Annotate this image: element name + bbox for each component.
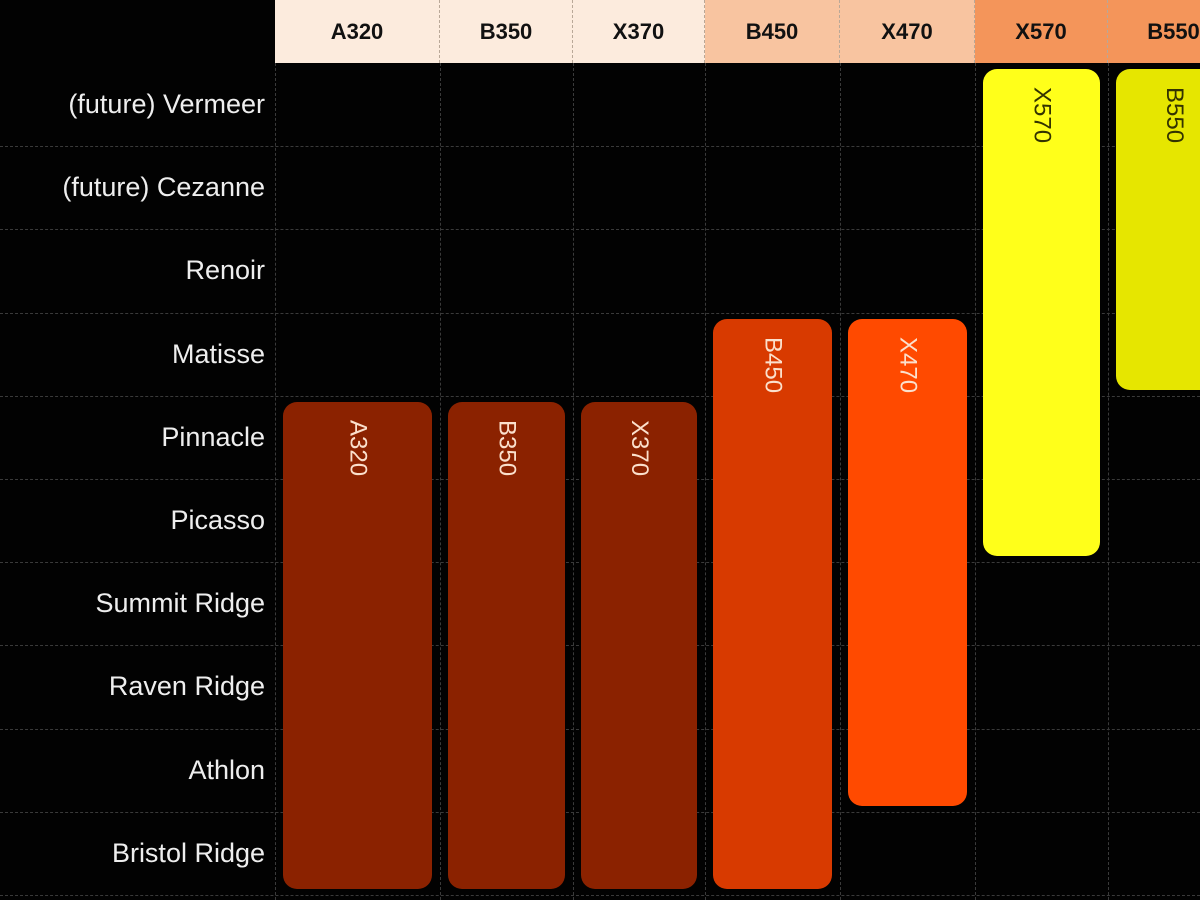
grid-line (440, 63, 441, 900)
column-header-b350: B350 (440, 0, 573, 63)
row-label: Renoir (185, 255, 265, 286)
compat-bar-b350: B350 (448, 401, 565, 889)
compat-bar-x370: X370 (581, 401, 697, 889)
bar-label: X570 (1028, 87, 1056, 144)
grid-line (705, 63, 706, 900)
bar-label: B350 (493, 419, 521, 476)
row-label: (future) Cezanne (62, 172, 265, 203)
column-header-b450: B450 (705, 0, 840, 63)
row-label: Matisse (171, 338, 265, 369)
row-label: Picasso (170, 505, 265, 536)
row-label: Summit Ridge (95, 588, 265, 619)
compat-bar-a320: A320 (283, 401, 432, 889)
column-header-a320: A320 (275, 0, 440, 63)
row-label: Raven Ridge (108, 671, 265, 702)
grid-line (0, 895, 1200, 896)
bar-label: X370 (626, 419, 653, 476)
bar-label: B450 (759, 336, 787, 393)
bar-label: A320 (344, 419, 372, 476)
chipset-compatibility-chart: A320 B350 X370 B450 X470 X570 B550 (future) Ver… (0, 0, 1200, 900)
column-header-b550: B550 (1108, 0, 1200, 63)
row-label: Athlon (188, 754, 265, 785)
grid-line (975, 63, 976, 900)
grid-line (275, 63, 276, 900)
grid-line (1108, 63, 1109, 900)
compat-bar-b450: B450 (713, 318, 832, 889)
grid-line (573, 63, 574, 900)
compat-bar-b550: B550 (1116, 69, 1200, 390)
compat-bar-x470: X470 (848, 318, 967, 806)
row-label: Bristol Ridge (111, 837, 265, 868)
grid-line (840, 63, 841, 900)
column-header-x370: X370 (573, 0, 705, 63)
row-label: Pinnacle (161, 421, 265, 452)
column-header-x570: X570 (975, 0, 1108, 63)
column-header-x470: X470 (840, 0, 975, 63)
bar-label: X470 (894, 336, 922, 393)
compat-bar-x570: X570 (983, 69, 1100, 557)
bar-label: B550 (1161, 87, 1188, 144)
row-label: (future) Vermeer (68, 89, 265, 120)
